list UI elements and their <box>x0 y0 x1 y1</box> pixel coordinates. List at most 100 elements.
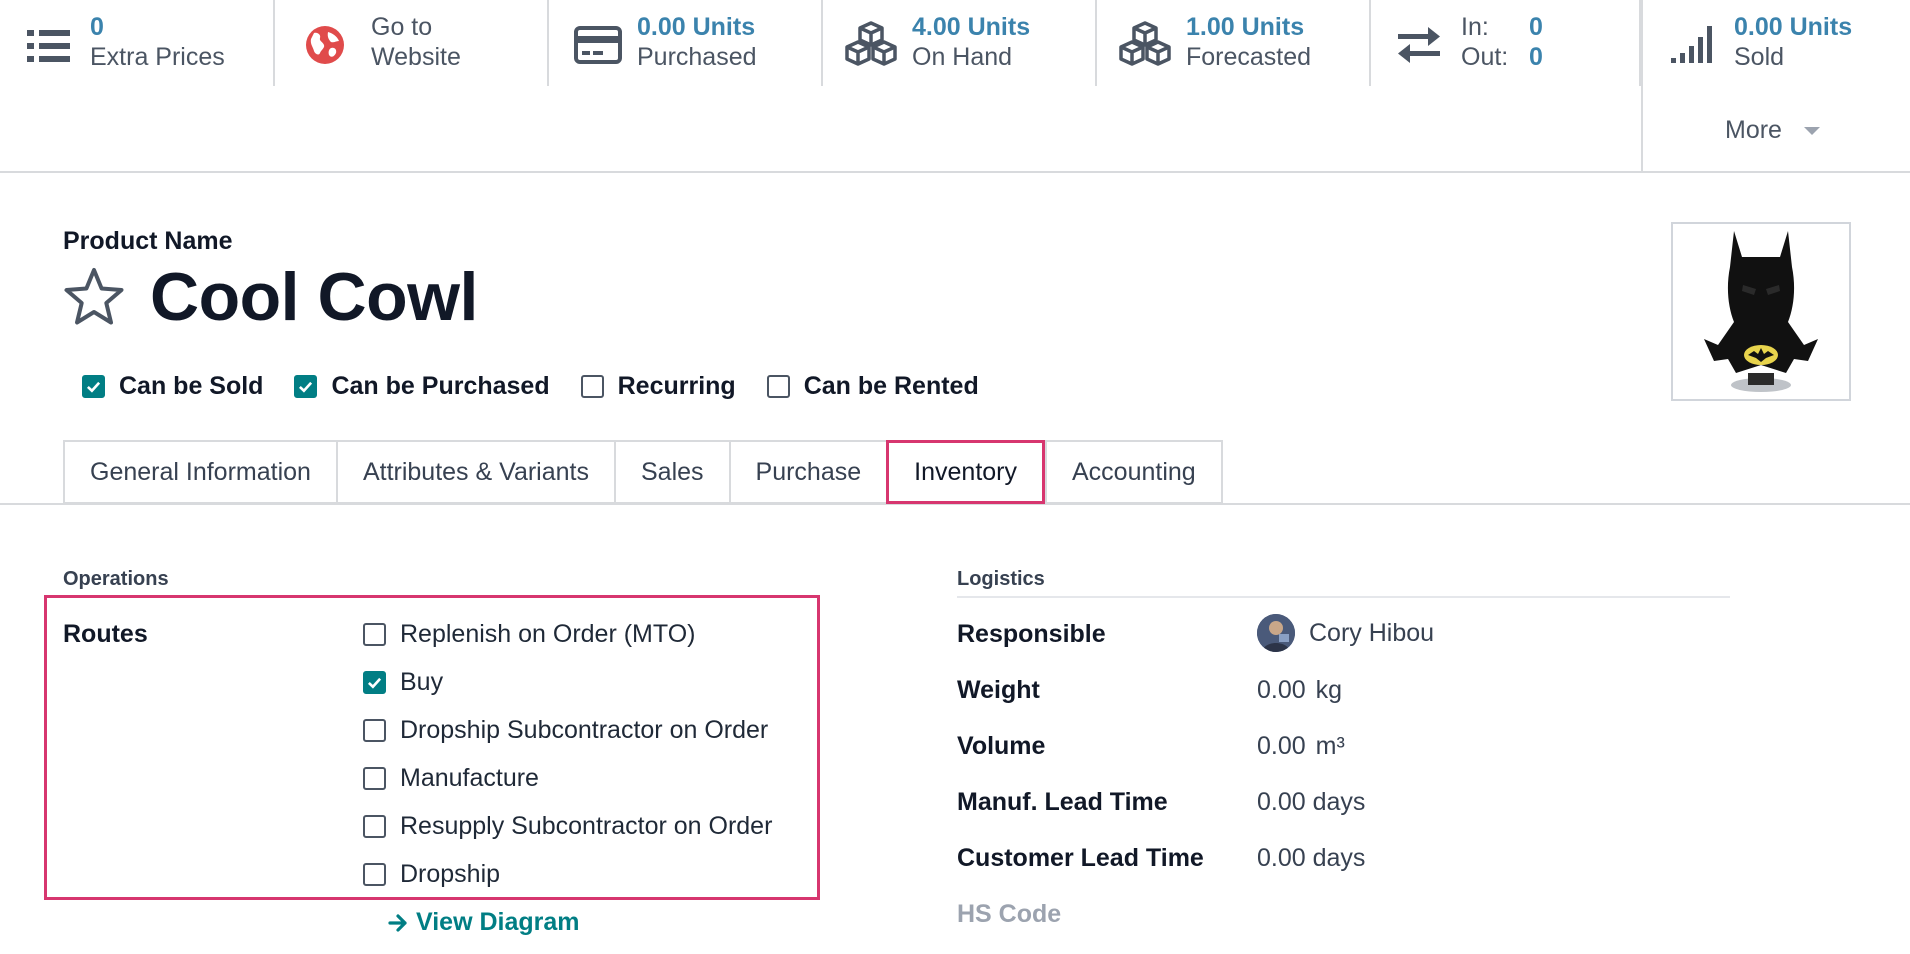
in-out-button[interactable]: In: 0 Out: 0 <box>1371 0 1641 86</box>
product-title[interactable]: Cool Cowl <box>150 258 478 336</box>
purchased-label: Purchased <box>637 43 757 71</box>
smart-buttons-bar: 0 Extra Prices Go to Website 0.00 Units … <box>0 0 1910 173</box>
hs-code-label: HS Code <box>957 900 1062 928</box>
product-name-label: Product Name <box>63 227 233 255</box>
route-label: Dropship <box>400 860 501 888</box>
flag-label: Can be Rented <box>803 372 979 400</box>
checkbox[interactable] <box>363 719 386 742</box>
route-label: Manufacture <box>400 764 539 792</box>
customer-lead-time-label: Customer Lead Time <box>957 844 1204 872</box>
go-to-website-button[interactable]: Go to Website <box>275 0 549 86</box>
route-label: Replenish on Order (MTO) <box>400 620 696 648</box>
arrow-right-icon <box>388 913 407 932</box>
checkbox[interactable] <box>363 671 386 694</box>
route-label: Dropship Subcontractor on Order <box>400 716 769 744</box>
manuf-lead-time-field[interactable]: 0.00 days <box>1257 788 1365 817</box>
in-value: 0 <box>1529 13 1543 41</box>
view-diagram-label: View Diagram <box>416 908 580 936</box>
extra-prices-count: 0 <box>90 13 104 41</box>
customer-lead-time-field[interactable]: 0.00 days <box>1257 844 1365 873</box>
route-mto[interactable]: Replenish on Order (MTO) <box>363 620 695 649</box>
avatar <box>1257 614 1295 652</box>
weight-unit: kg <box>1315 676 1343 704</box>
user-photo <box>1257 614 1295 652</box>
route-dropship[interactable]: Dropship <box>363 860 500 889</box>
route-buy[interactable]: Buy <box>363 668 443 697</box>
check-icon <box>299 381 313 393</box>
responsible-field[interactable]: Cory Hibou <box>1257 614 1434 652</box>
route-resupply-subcontractor[interactable]: Resupply Subcontractor on Order <box>363 812 772 841</box>
signal-icon <box>1671 26 1712 63</box>
check-icon <box>367 677 382 689</box>
forecasted-value: 1.00 Units <box>1186 13 1305 41</box>
on-hand-label: On Hand <box>912 43 1013 71</box>
flag-can-be-purchased[interactable]: Can be Purchased <box>294 372 550 401</box>
flag-can-be-rented[interactable]: Can be Rented <box>766 372 979 401</box>
globe-icon <box>306 26 344 64</box>
cubes-icon <box>845 21 897 66</box>
product-image[interactable] <box>1671 222 1851 401</box>
tab-attributes-variants[interactable]: Attributes & Variants <box>335 440 614 504</box>
flag-label: Can be Purchased <box>331 372 550 400</box>
on-hand-value: 4.00 Units <box>912 13 1031 41</box>
checkbox[interactable] <box>363 767 386 790</box>
sold-value: 0.00 Units <box>1734 13 1853 41</box>
tab-accounting[interactable]: Accounting <box>1045 440 1223 504</box>
forecasted-label: Forecasted <box>1186 43 1312 71</box>
exchange-icon <box>1398 27 1440 63</box>
view-diagram-link[interactable]: View Diagram <box>388 908 580 937</box>
batman-cowl-image <box>1704 230 1818 392</box>
route-label: Buy <box>400 668 444 696</box>
tab-general-information[interactable]: General Information <box>63 440 336 504</box>
checkbox[interactable] <box>82 375 105 398</box>
sold-label: Sold <box>1734 43 1785 71</box>
list-icon <box>27 30 70 62</box>
flag-recurring[interactable]: Recurring <box>580 372 736 401</box>
more-dropdown[interactable]: More <box>1725 116 1820 145</box>
volume-field[interactable]: 0.00 m³ <box>1257 732 1345 761</box>
weight-label: Weight <box>957 676 1040 704</box>
manuf-lead-time-label: Manuf. Lead Time <box>957 788 1168 816</box>
extra-prices-button[interactable]: 0 Extra Prices <box>0 0 275 86</box>
route-manufacture[interactable]: Manufacture <box>363 764 539 793</box>
notebook-tabs: General Information Attributes & Variant… <box>63 440 1223 505</box>
weight-field[interactable]: 0.00 kg <box>1257 676 1342 705</box>
website-line1: Go to <box>371 13 433 41</box>
tab-sales[interactable]: Sales <box>613 440 729 504</box>
route-dropship-subcontractor[interactable]: Dropship Subcontractor on Order <box>363 716 768 745</box>
flag-can-be-sold[interactable]: Can be Sold <box>82 372 263 401</box>
responsible-value: Cory Hibou <box>1309 618 1435 647</box>
volume-unit: m³ <box>1315 732 1345 760</box>
in-label: In: <box>1461 13 1489 41</box>
checkbox[interactable] <box>363 815 386 838</box>
logistics-divider <box>957 596 1730 598</box>
on-hand-button[interactable]: 4.00 Units On Hand <box>823 0 1097 86</box>
checkbox[interactable] <box>363 623 386 646</box>
logistics-title: Logistics <box>957 568 1045 590</box>
tab-inventory[interactable]: Inventory <box>886 440 1045 504</box>
product-flags: Can be Sold Can be Purchased Recurring C… <box>82 372 1010 401</box>
forecasted-button[interactable]: 1.00 Units Forecasted <box>1097 0 1371 86</box>
purchased-value: 0.00 Units <box>637 13 756 41</box>
checkbox[interactable] <box>294 375 318 398</box>
sold-button[interactable]: 0.00 Units Sold <box>1643 0 1910 86</box>
website-line2: Website <box>371 43 461 71</box>
responsible-label: Responsible <box>957 620 1106 648</box>
route-label: Resupply Subcontractor on Order <box>400 812 773 840</box>
more-label: More <box>1725 116 1782 144</box>
cubes-icon <box>1119 21 1171 66</box>
star-icon[interactable] <box>63 266 125 328</box>
weight-value: 0.00 <box>1257 676 1306 704</box>
purchased-button[interactable]: 0.00 Units Purchased <box>549 0 823 86</box>
tab-purchase[interactable]: Purchase <box>728 440 887 504</box>
checkbox[interactable] <box>580 375 604 398</box>
flag-label: Recurring <box>617 372 736 400</box>
operations-title: Operations <box>63 568 169 590</box>
out-value: 0 <box>1529 43 1543 71</box>
routes-label: Routes <box>63 620 148 648</box>
volume-label: Volume <box>957 732 1046 760</box>
out-label: Out: <box>1461 43 1509 71</box>
checkbox[interactable] <box>363 863 386 886</box>
smart-buttons-overflow: 0.00 Units Sold More <box>1641 0 1910 173</box>
checkbox[interactable] <box>766 375 790 398</box>
